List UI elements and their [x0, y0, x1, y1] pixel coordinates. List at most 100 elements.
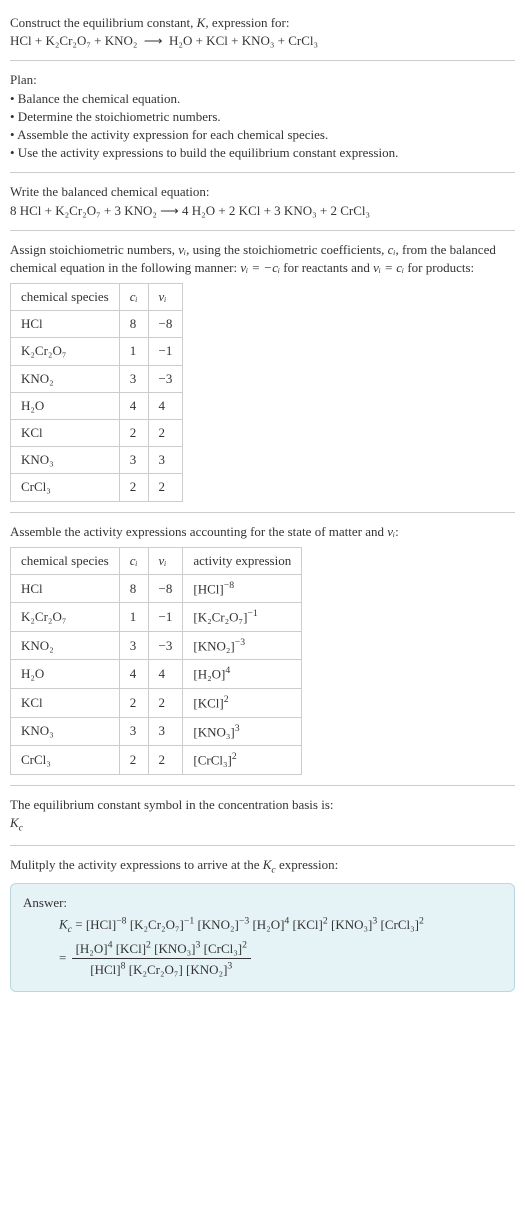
term-exp: −1 [184, 915, 194, 926]
separator [10, 172, 515, 173]
assign-ci: cᵢ [388, 242, 396, 257]
cell-nui: 3 [148, 717, 183, 746]
assign-section: Assign stoichiometric numbers, νᵢ, using… [10, 235, 515, 508]
cell-species: KNO₂ [11, 365, 120, 392]
table-row: HCl8−8 [11, 311, 183, 338]
answer-line2: = [H₂O]4 [KCl]2 [KNO₃]3 [CrCl₃]2 [HCl]8 … [23, 939, 502, 979]
activity-base: [H₂O] [193, 667, 225, 682]
cell-ci: 4 [119, 392, 148, 419]
term: [H₂O]4 [76, 941, 113, 956]
activity-base: [KCl] [193, 695, 223, 710]
ans-eq2: = [59, 950, 70, 965]
term-exp: 2 [323, 915, 328, 926]
term-base: [HCl] [90, 962, 120, 977]
table-row: CrCl₃22[CrCl₃]2 [11, 746, 302, 775]
fraction-numerator: [H₂O]4 [KCl]2 [KNO₃]3 [CrCl₃]2 [72, 939, 251, 960]
multiply-text-part: expression: [276, 857, 338, 872]
term-base: [KNO₂] [186, 962, 227, 977]
table-row: HCl8−8[HCl]−8 [11, 574, 302, 603]
cell-ci: 3 [119, 717, 148, 746]
term-base: [H₂O] [252, 917, 284, 932]
separator [10, 230, 515, 231]
balanced-section: Write the balanced chemical equation: 8 … [10, 177, 515, 225]
term-base: [KNO₃] [154, 941, 195, 956]
cell-ci: 2 [119, 420, 148, 447]
eq-rhs: H₂O + KCl + KNO₃ + CrCl₃ [169, 33, 318, 48]
cell-nui: −1 [148, 603, 183, 632]
cell-ci: 3 [119, 365, 148, 392]
eq-lhs: HCl + K₂Cr₂O₇ + KNO₂ [10, 33, 137, 48]
cell-species: KCl [11, 420, 120, 447]
plan-section: Plan: • Balance the chemical equation. •… [10, 65, 515, 168]
activity-exp: 3 [235, 723, 240, 734]
term-base: [K₂Cr₂O₇] [130, 917, 184, 932]
assemble-nui: νᵢ [387, 524, 395, 539]
term-base: [HCl] [86, 917, 116, 932]
col-nui: νᵢ [148, 547, 183, 574]
table-header-row: chemical species cᵢ νᵢ [11, 284, 183, 311]
cell-ci: 2 [119, 474, 148, 501]
term-exp: 2 [146, 940, 151, 951]
answer-label: Answer: [23, 894, 502, 912]
cell-activity: [KNO₃]3 [183, 717, 302, 746]
cell-activity: [KNO₂]−3 [183, 631, 302, 660]
cell-nui: 3 [148, 447, 183, 474]
multiply-text: Mulitply the activity expressions to arr… [10, 856, 515, 877]
term-base: [CrCl₃] [381, 917, 419, 932]
term-base: [KNO₃] [331, 917, 372, 932]
term: [KNO₃]3 [154, 941, 200, 956]
cell-species: K₂Cr₂O₇ [11, 603, 120, 632]
cell-species: CrCl₃ [11, 746, 120, 775]
symbol-section: The equilibrium constant symbol in the c… [10, 790, 515, 841]
plan-bullet: • Determine the stoichiometric numbers. [10, 108, 515, 126]
cell-nui: 2 [148, 420, 183, 447]
ans-Kc-K: K [59, 917, 68, 932]
term-base: [KNO₂] [197, 917, 238, 932]
col-ci: cᵢ [119, 284, 148, 311]
term-base: [KCl] [293, 917, 323, 932]
answer-fraction: [H₂O]4 [KCl]2 [KNO₃]3 [CrCl₃]2 [HCl]8 [K… [72, 939, 251, 979]
separator [10, 845, 515, 846]
intro-equation: HCl + K₂Cr₂O₇ + KNO₂ ⟶ H₂O + KCl + KNO₃ … [10, 32, 515, 50]
balanced-equation: 8 HCl + K₂Cr₂O₇ + 3 KNO₂ ⟶ 4 H₂O + 2 KCl… [10, 202, 515, 220]
table-row: KCl22[KCl]2 [11, 689, 302, 718]
cell-ci: 8 [119, 311, 148, 338]
assemble-text-part: Assemble the activity expressions accoun… [10, 524, 387, 539]
term-base: [KCl] [116, 941, 146, 956]
term: [CrCl₃]2 [381, 917, 424, 932]
assign-text-part: , using the stoichiometric coefficients, [186, 242, 388, 257]
table-row: K₂Cr₂O₇1−1[K₂Cr₂O₇]−1 [11, 603, 302, 632]
cell-species: KCl [11, 689, 120, 718]
term: [HCl]−8 [86, 917, 127, 932]
assemble-section: Assemble the activity expressions accoun… [10, 517, 515, 781]
term-exp: 3 [227, 960, 232, 971]
term-base: [K₂Cr₂O₇] [129, 962, 183, 977]
cell-species: KNO₃ [11, 717, 120, 746]
cell-nui: 2 [148, 474, 183, 501]
activity-exp: 2 [224, 694, 229, 705]
cell-activity: [KCl]2 [183, 689, 302, 718]
cell-ci: 8 [119, 574, 148, 603]
col-activity: activity expression [183, 547, 302, 574]
table-row: K₂Cr₂O₇1−1 [11, 338, 183, 365]
cell-species: H₂O [11, 660, 120, 689]
cell-nui: −3 [148, 365, 183, 392]
plan-heading: Plan: [10, 71, 515, 89]
table-row: H₂O44 [11, 392, 183, 419]
col-species: chemical species [11, 547, 120, 574]
cell-ci: 4 [119, 660, 148, 689]
term: [CrCl₃]2 [204, 941, 247, 956]
symbol-text: The equilibrium constant symbol in the c… [10, 796, 515, 814]
cell-species: K₂Cr₂O₇ [11, 338, 120, 365]
term: [KCl]2 [116, 941, 151, 956]
separator [10, 512, 515, 513]
cell-ci: 3 [119, 447, 148, 474]
term-exp: −8 [116, 915, 126, 926]
assign-text-part: for products: [404, 260, 474, 275]
cell-ci: 2 [119, 689, 148, 718]
symbol-Kc: Kc [10, 814, 515, 835]
cell-activity: [H₂O]4 [183, 660, 302, 689]
term-exp: 2 [419, 915, 424, 926]
assign-text-part: Assign stoichiometric numbers, [10, 242, 178, 257]
col-species: chemical species [11, 284, 120, 311]
